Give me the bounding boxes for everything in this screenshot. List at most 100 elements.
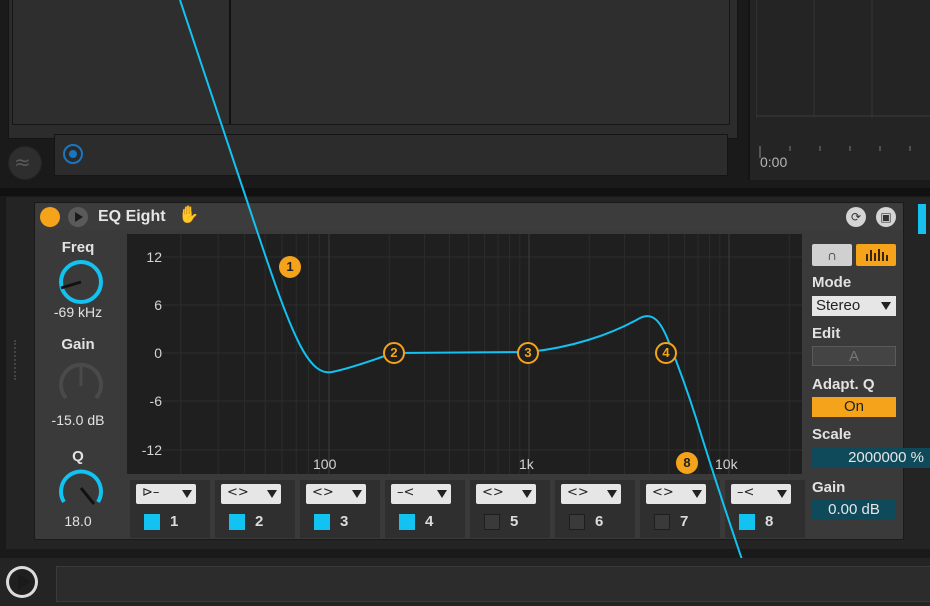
- band-4: –< 4: [385, 480, 465, 538]
- x-tick-label: 100: [313, 456, 337, 472]
- arrangement-grid: [756, 0, 930, 118]
- x-tick-label: 1k: [519, 456, 534, 472]
- scale-field[interactable]: 2000000 %: [812, 448, 930, 468]
- chevron-down-icon: [352, 490, 362, 498]
- mode-value: Stereo: [816, 297, 861, 314]
- band-marker-1[interactable]: 1: [279, 256, 301, 278]
- q-value[interactable]: 18.0: [36, 513, 120, 529]
- bell-icon: <>: [312, 485, 334, 500]
- gain-value[interactable]: -15.0 dB: [36, 412, 120, 428]
- bell-icon: <>: [482, 485, 504, 500]
- band-6: <> 6: [555, 480, 635, 538]
- freq-value[interactable]: -69 kHz: [36, 304, 120, 320]
- band-number: 6: [595, 513, 604, 530]
- bell-icon: <>: [567, 485, 589, 500]
- band-activator-toggle[interactable]: [144, 514, 160, 530]
- edit-label: Edit: [812, 325, 841, 342]
- band-number: 1: [170, 513, 179, 530]
- band-activator-toggle[interactable]: [399, 514, 415, 530]
- band-number: 8: [765, 513, 774, 530]
- save-preset-icon[interactable]: ▣: [876, 207, 896, 227]
- hot-swap-icon[interactable]: ⟳: [846, 207, 866, 227]
- freq-knob[interactable]: [56, 258, 106, 306]
- hand-icon: ✋: [178, 205, 200, 225]
- band-number: 5: [510, 513, 519, 530]
- band-activator-toggle[interactable]: [654, 514, 670, 530]
- band-8: –< 8: [725, 480, 805, 538]
- gain-knob[interactable]: [56, 358, 106, 410]
- q-knob[interactable]: [56, 464, 106, 512]
- band-activator-toggle[interactable]: [569, 514, 585, 530]
- track-strip: [54, 134, 728, 176]
- y-tick-label: 12: [146, 249, 162, 265]
- y-tick-label: -12: [141, 442, 162, 458]
- scale-label: Scale: [812, 426, 852, 443]
- output-gain-label: Gain: [812, 479, 846, 496]
- chevron-down-icon: [881, 302, 891, 310]
- band-activator-toggle[interactable]: [739, 514, 755, 530]
- adapt-q-label: Adapt. Q: [812, 376, 875, 393]
- x-tick-label: 10k: [715, 456, 738, 472]
- monitor-knob[interactable]: [63, 144, 83, 164]
- drag-handle[interactable]: [14, 340, 22, 380]
- adapt-q-toggle[interactable]: On: [812, 397, 896, 417]
- bell-icon: <>: [652, 485, 674, 500]
- band-number: 3: [340, 513, 349, 530]
- time-label: 0:00: [760, 154, 788, 170]
- y-tick-label: 6: [154, 297, 162, 313]
- band-number: 7: [680, 513, 689, 530]
- filter-type-dropdown[interactable]: –<: [391, 484, 451, 504]
- band-marker-3[interactable]: 3: [517, 342, 539, 364]
- chevron-down-icon: [692, 490, 702, 498]
- chevron-down-icon: [437, 490, 447, 498]
- band-activator-toggle[interactable]: [314, 514, 330, 530]
- headphones-icon[interactable]: ∩: [812, 244, 852, 266]
- play-button[interactable]: [6, 566, 38, 598]
- filter-type-dropdown[interactable]: <>: [561, 484, 621, 504]
- chevron-down-icon: [267, 490, 277, 498]
- edit-a-button[interactable]: A: [812, 346, 896, 366]
- bell-icon: <>: [227, 485, 249, 500]
- chevron-down-icon: [522, 490, 532, 498]
- y-tick-label: 0: [154, 345, 162, 361]
- band-1: ⊳– 1: [130, 480, 210, 538]
- selection-bar: [918, 204, 926, 234]
- waveform-icon[interactable]: ≈: [8, 146, 42, 180]
- output-gain-field[interactable]: 0.00 dB: [812, 500, 896, 520]
- device-title: EQ Eight: [98, 208, 166, 225]
- filter-type-dropdown[interactable]: ⊳–: [136, 484, 196, 504]
- band-number: 4: [425, 513, 434, 530]
- mode-dropdown[interactable]: Stereo: [812, 296, 896, 316]
- high-shelf-icon: –<: [737, 485, 755, 500]
- q-label: Q: [72, 448, 84, 465]
- band-activator-toggle[interactable]: [484, 514, 500, 530]
- analyzer-toggle-button[interactable]: [856, 244, 896, 266]
- band-7: <> 7: [640, 480, 720, 538]
- gain-label: Gain: [61, 336, 95, 353]
- chevron-down-icon: [607, 490, 617, 498]
- y-tick-label: -6: [149, 393, 162, 409]
- low-cut-icon: ⊳–: [142, 485, 160, 500]
- filter-type-dropdown[interactable]: –<: [731, 484, 791, 504]
- band-5: <> 5: [470, 480, 550, 538]
- band-marker-8[interactable]: 8: [676, 452, 698, 474]
- panel-divider: [229, 0, 231, 124]
- filter-type-dropdown[interactable]: <>: [221, 484, 281, 504]
- clip-view-area: [12, 0, 730, 125]
- filter-type-dropdown[interactable]: <>: [646, 484, 706, 504]
- chevron-down-icon: [777, 490, 787, 498]
- high-shelf-icon: –<: [397, 485, 415, 500]
- device-power-button[interactable]: [40, 207, 60, 227]
- eq-grid: [157, 234, 802, 474]
- band-marker-4[interactable]: 4: [655, 342, 677, 364]
- status-bar: [56, 566, 930, 602]
- band-activator-toggle[interactable]: [229, 514, 245, 530]
- divider: [0, 188, 930, 196]
- filter-type-dropdown[interactable]: <>: [476, 484, 536, 504]
- filter-type-dropdown[interactable]: <>: [306, 484, 366, 504]
- chevron-down-icon: [182, 490, 192, 498]
- band-number: 2: [255, 513, 264, 530]
- band-marker-2[interactable]: 2: [383, 342, 405, 364]
- mode-label: Mode: [812, 274, 852, 291]
- device-preview-button[interactable]: [68, 207, 88, 227]
